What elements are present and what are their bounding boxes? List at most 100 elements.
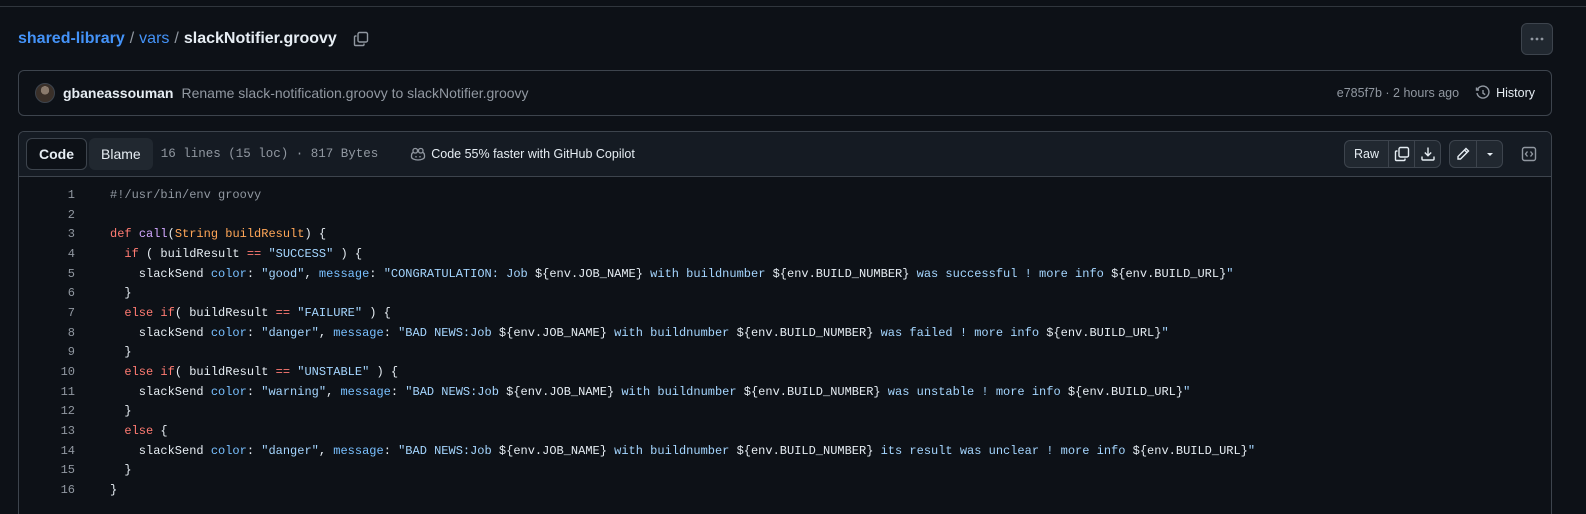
- code-token: ,: [304, 266, 319, 281]
- file-stats: 16 lines (15 loc) · 817 Bytes: [160, 147, 379, 161]
- code-token: message: [340, 384, 391, 399]
- code-token: def: [110, 227, 132, 242]
- code-token: with buildnumber: [642, 266, 773, 281]
- code-token: ( buildResult: [174, 365, 276, 380]
- code-token: String: [174, 227, 219, 242]
- line-number[interactable]: 15: [19, 463, 75, 477]
- edit-options-dropdown[interactable]: [1476, 141, 1502, 167]
- download-raw-button[interactable]: [1414, 141, 1440, 167]
- code-token: "BAD NEWS:Job: [405, 384, 507, 399]
- line-number[interactable]: 1: [19, 188, 75, 202]
- code-token: :: [246, 266, 262, 281]
- code-token: was successful ! more info: [909, 266, 1112, 281]
- code-token: slackSend: [110, 325, 211, 340]
- code-line: 6 }: [19, 283, 1551, 303]
- code-token: buildResult: [225, 227, 305, 242]
- avatar[interactable]: [35, 83, 55, 103]
- edit-file-button[interactable]: [1450, 141, 1476, 167]
- code-token: ,: [318, 325, 334, 340]
- more-options-button[interactable]: [1521, 23, 1553, 55]
- line-number[interactable]: 14: [19, 444, 75, 458]
- code-line: 12 }: [19, 402, 1551, 422]
- kebab-horizontal-icon: [1530, 37, 1544, 41]
- line-number[interactable]: 10: [19, 365, 75, 379]
- code-token: ${env.JOB_NAME}: [498, 443, 607, 458]
- code-token: "danger": [261, 443, 319, 458]
- code-token: :: [383, 325, 399, 340]
- code-line: 3 def call(String buildResult) {: [19, 224, 1551, 244]
- code-token: "UNSTABLE": [297, 365, 370, 380]
- code-token: ) {: [304, 227, 327, 242]
- history-button[interactable]: History: [1475, 85, 1535, 101]
- breadcrumb-folder-link[interactable]: vars: [139, 30, 169, 48]
- code-token: slackSend: [110, 266, 211, 281]
- line-number[interactable]: 4: [19, 247, 75, 261]
- copy-path-button[interactable]: [351, 29, 371, 49]
- code-token: :: [246, 443, 262, 458]
- line-content: }: [75, 463, 132, 478]
- code-token: ==: [275, 365, 291, 380]
- code-token: ${env.JOB_NAME}: [506, 384, 615, 399]
- commit-message-link[interactable]: Rename slack-notification.groovy to slac…: [181, 85, 528, 101]
- line-number[interactable]: 7: [19, 306, 75, 320]
- code-token: {: [153, 424, 168, 439]
- code-token: color: [210, 443, 247, 458]
- line-number[interactable]: 9: [19, 345, 75, 359]
- line-content: else if( buildResult == "UNSTABLE" ) {: [75, 365, 398, 379]
- code-token: }: [110, 345, 132, 360]
- line-number[interactable]: 2: [19, 208, 75, 222]
- code-line: 1 #!/usr/bin/env groovy: [19, 185, 1551, 205]
- raw-button[interactable]: Raw: [1345, 141, 1388, 167]
- triangle-down-icon: [1486, 153, 1493, 156]
- code-token: ${env.BUILD_URL}: [1067, 384, 1184, 399]
- view-mode-toggle: Code Blame: [26, 138, 153, 170]
- line-content: #!/usr/bin/env groovy: [75, 188, 261, 202]
- code-token: ${env.BUILD_NUMBER}: [743, 384, 881, 399]
- code-token: ==: [246, 246, 262, 261]
- breadcrumb-repo-link[interactable]: shared-library: [18, 30, 125, 48]
- code-token: :: [369, 266, 384, 281]
- code-line: 15 }: [19, 461, 1551, 481]
- line-number[interactable]: 13: [19, 424, 75, 438]
- line-number[interactable]: 8: [19, 326, 75, 340]
- copy-icon: [1394, 146, 1409, 162]
- code-token: was failed ! more info: [873, 325, 1047, 340]
- code-token: color: [210, 266, 247, 281]
- line-number[interactable]: 3: [19, 227, 75, 241]
- code-line: 11 slackSend color: "warning", message: …: [19, 382, 1551, 402]
- code-token: was unstable ! more info: [880, 384, 1068, 399]
- history-label: History: [1496, 86, 1535, 100]
- tab-code[interactable]: Code: [26, 138, 87, 170]
- copilot-promo-link[interactable]: Code 55% faster with GitHub Copilot: [410, 146, 635, 162]
- line-content: else {: [75, 424, 168, 439]
- line-content: slackSend color: "warning", message: "BA…: [75, 385, 1190, 399]
- line-number[interactable]: 16: [19, 483, 75, 497]
- commit-author-link[interactable]: gbaneassouman: [63, 85, 173, 101]
- code-token: "SUCCESS": [268, 246, 334, 261]
- line-content: if ( buildResult == "SUCCESS" ) {: [75, 247, 362, 261]
- code-token: with buildnumber: [606, 325, 737, 340]
- code-token: ) {: [333, 246, 363, 261]
- line-number[interactable]: 11: [19, 385, 75, 399]
- code-token: ,: [326, 384, 341, 399]
- code-token: "danger": [261, 325, 319, 340]
- line-content: def call(String buildResult) {: [75, 227, 326, 241]
- copy-icon: [353, 31, 369, 47]
- code-token: else: [124, 424, 154, 439]
- copy-raw-content-button[interactable]: [1388, 141, 1414, 167]
- commit-sha-and-time[interactable]: e785f7b · 2 hours ago: [1337, 86, 1459, 100]
- code-token: :: [246, 325, 262, 340]
- code-token: its result was unclear ! more info: [873, 443, 1133, 458]
- line-number[interactable]: 6: [19, 286, 75, 300]
- code-token: else if: [124, 305, 175, 320]
- tab-blame[interactable]: Blame: [89, 138, 153, 170]
- code-token: #!/usr/bin/env groovy: [110, 187, 262, 202]
- line-number[interactable]: 5: [19, 267, 75, 281]
- symbols-panel-button[interactable]: [1515, 140, 1543, 168]
- pencil-icon: [1457, 147, 1470, 160]
- line-number[interactable]: 12: [19, 404, 75, 418]
- code-token: ==: [275, 305, 291, 320]
- code-token: }: [110, 463, 132, 478]
- latest-commit-bar: gbaneassouman Rename slack-notification.…: [18, 70, 1552, 116]
